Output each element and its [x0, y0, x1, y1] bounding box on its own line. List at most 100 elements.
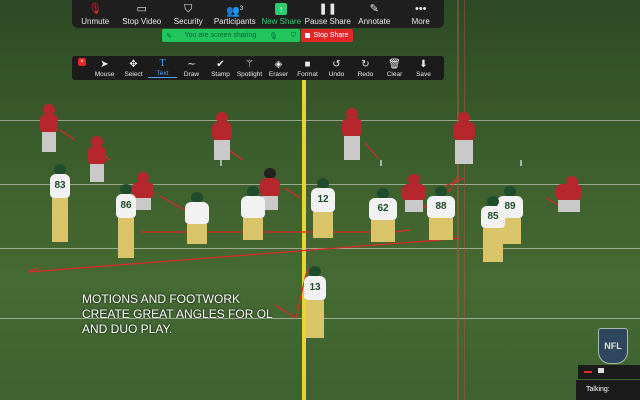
- text-icon: T: [159, 58, 166, 69]
- mic-muted-icon: 🎙: [88, 3, 103, 15]
- video-mini-controls: [578, 365, 640, 379]
- offense-player: 86: [114, 184, 138, 262]
- eraser-icon: ◈: [274, 58, 283, 70]
- more-button[interactable]: ••• More: [398, 3, 445, 26]
- format-icon: ■: [304, 58, 311, 70]
- defender-player: [210, 112, 234, 162]
- participants-label: Participants: [213, 17, 256, 26]
- mouse-pointer-icon: ➤: [100, 58, 109, 70]
- offense-player: [238, 186, 268, 242]
- talking-label: Talking:: [586, 386, 610, 393]
- trash-icon: 🗑: [388, 58, 401, 70]
- tool-redo[interactable]: ↻ Redo: [351, 59, 380, 78]
- tool-label: Select: [124, 70, 143, 78]
- annotate-label: Annotate: [358, 17, 391, 26]
- tool-eraser[interactable]: ◈ Eraser: [264, 59, 293, 78]
- pen-icon: ✎: [369, 3, 379, 15]
- unmute-label: Unmute: [81, 17, 110, 26]
- pause-share-label: Pause Share: [304, 17, 351, 26]
- jersey-number: 83: [54, 180, 66, 191]
- sharing-text: You are screen sharing: [184, 32, 257, 39]
- tool-label: Spotlight: [236, 70, 263, 78]
- more-icon: •••: [414, 3, 427, 15]
- tool-label: Text: [156, 70, 169, 77]
- tool-undo[interactable]: ↺ Undo: [322, 59, 351, 78]
- participants-icon: 👥3: [226, 5, 244, 18]
- close-annotation-icon[interactable]: ×: [78, 58, 86, 66]
- annotate-button[interactable]: ✎ Annotate: [351, 3, 398, 26]
- new-share-button[interactable]: ↑ New Share: [258, 3, 305, 26]
- tool-label: Stamp: [211, 70, 230, 78]
- minimize-icon[interactable]: [584, 371, 592, 373]
- jersey-number: 88: [435, 201, 447, 212]
- tool-label: Mouse: [94, 70, 115, 78]
- participants-count: 3: [239, 6, 244, 12]
- expand-icon[interactable]: [598, 368, 604, 373]
- defender-player: [38, 104, 60, 154]
- offense-player: 88: [424, 186, 458, 242]
- shield-check-icon: ⛉: [290, 31, 296, 39]
- jersey-number: 62: [377, 203, 389, 214]
- offense-player: 13: [302, 266, 328, 340]
- tool-clear[interactable]: 🗑 Clear: [380, 59, 409, 78]
- offense-player: 62: [366, 188, 400, 244]
- tool-save[interactable]: ⬇ Save: [409, 59, 438, 78]
- tool-mouse[interactable]: ➤ Mouse: [90, 59, 119, 78]
- shield-icon: ⛉: [184, 3, 193, 15]
- unmute-button[interactable]: 🎙 Unmute: [72, 3, 119, 26]
- video-icon: ▭: [136, 3, 147, 15]
- tool-text[interactable]: T Text: [148, 58, 177, 78]
- talking-panel: Talking:: [576, 380, 640, 400]
- pause-icon: ❚❚: [318, 3, 337, 15]
- meeting-toolbar: 🎙 Unmute ▭ Stop Video ⛉ Security 👥3 Part…: [72, 0, 444, 28]
- tool-label: Format: [297, 70, 318, 78]
- offense-player: 83: [48, 164, 72, 246]
- defender-player: [340, 108, 364, 162]
- wand-icon: ⚚: [245, 58, 254, 70]
- draw-icon: ∼: [187, 58, 196, 70]
- security-button[interactable]: ⛉ Security: [165, 3, 212, 26]
- annotation-text: MOTIONS AND FOOTWORK CREATE GREAT ANGLES…: [82, 292, 273, 336]
- more-label: More: [411, 17, 430, 26]
- tool-label: Clear: [386, 70, 403, 78]
- defender-player: [552, 176, 586, 216]
- share-icon: ↑: [275, 3, 288, 15]
- tool-label: Eraser: [268, 70, 289, 78]
- stop-icon: [305, 33, 311, 38]
- pause-share-button[interactable]: ❚❚ Pause Share: [305, 3, 352, 26]
- tool-label: Draw: [183, 70, 200, 78]
- sharing-indicator-icon: ✎: [166, 32, 172, 40]
- tool-spotlight[interactable]: ⚚ Spotlight: [235, 59, 264, 78]
- tool-draw[interactable]: ∼ Draw: [177, 59, 206, 78]
- jersey-number: 85: [487, 211, 499, 222]
- tool-select[interactable]: ✥ Select: [119, 59, 148, 78]
- stop-video-button[interactable]: ▭ Stop Video: [119, 3, 166, 26]
- tool-format[interactable]: ■ Format: [293, 59, 322, 78]
- tool-stamp[interactable]: ✔ Stamp: [206, 59, 235, 78]
- offense-player: 85: [478, 196, 508, 266]
- annotation-toolbar: × ➤ Mouse ✥ Select T Text ∼ Draw ✔ Stamp ⚚ Spo…: [72, 56, 444, 80]
- tool-label: Redo: [357, 70, 374, 78]
- new-share-label: New Share: [261, 17, 302, 26]
- nfl-logo: NFL: [598, 328, 628, 364]
- stop-share-button[interactable]: Stop Share: [301, 29, 353, 42]
- jersey-number: 12: [317, 194, 329, 205]
- tool-label: Undo: [328, 70, 345, 78]
- redo-icon: ↻: [361, 58, 370, 70]
- offense-player: 12: [308, 178, 338, 240]
- security-label: Security: [173, 17, 203, 26]
- mic-icon: 🎙: [269, 32, 278, 40]
- participants-button[interactable]: 👥3 Participants: [212, 3, 259, 26]
- stop-video-label: Stop Video: [122, 17, 162, 26]
- stop-share-label: Stop Share: [313, 32, 349, 39]
- tool-label: Save: [416, 70, 431, 78]
- jersey-number: 13: [309, 282, 321, 293]
- defender-player: [450, 112, 478, 166]
- undo-icon: ↺: [332, 58, 341, 70]
- move-icon: ✥: [129, 58, 138, 70]
- offense-player: [182, 192, 212, 246]
- defender-player: [86, 136, 108, 184]
- jersey-number: 86: [120, 200, 132, 211]
- screen-sharing-banner: ✎ You are screen sharing 🎙 ⛉: [162, 29, 300, 42]
- check-icon: ✔: [216, 58, 225, 70]
